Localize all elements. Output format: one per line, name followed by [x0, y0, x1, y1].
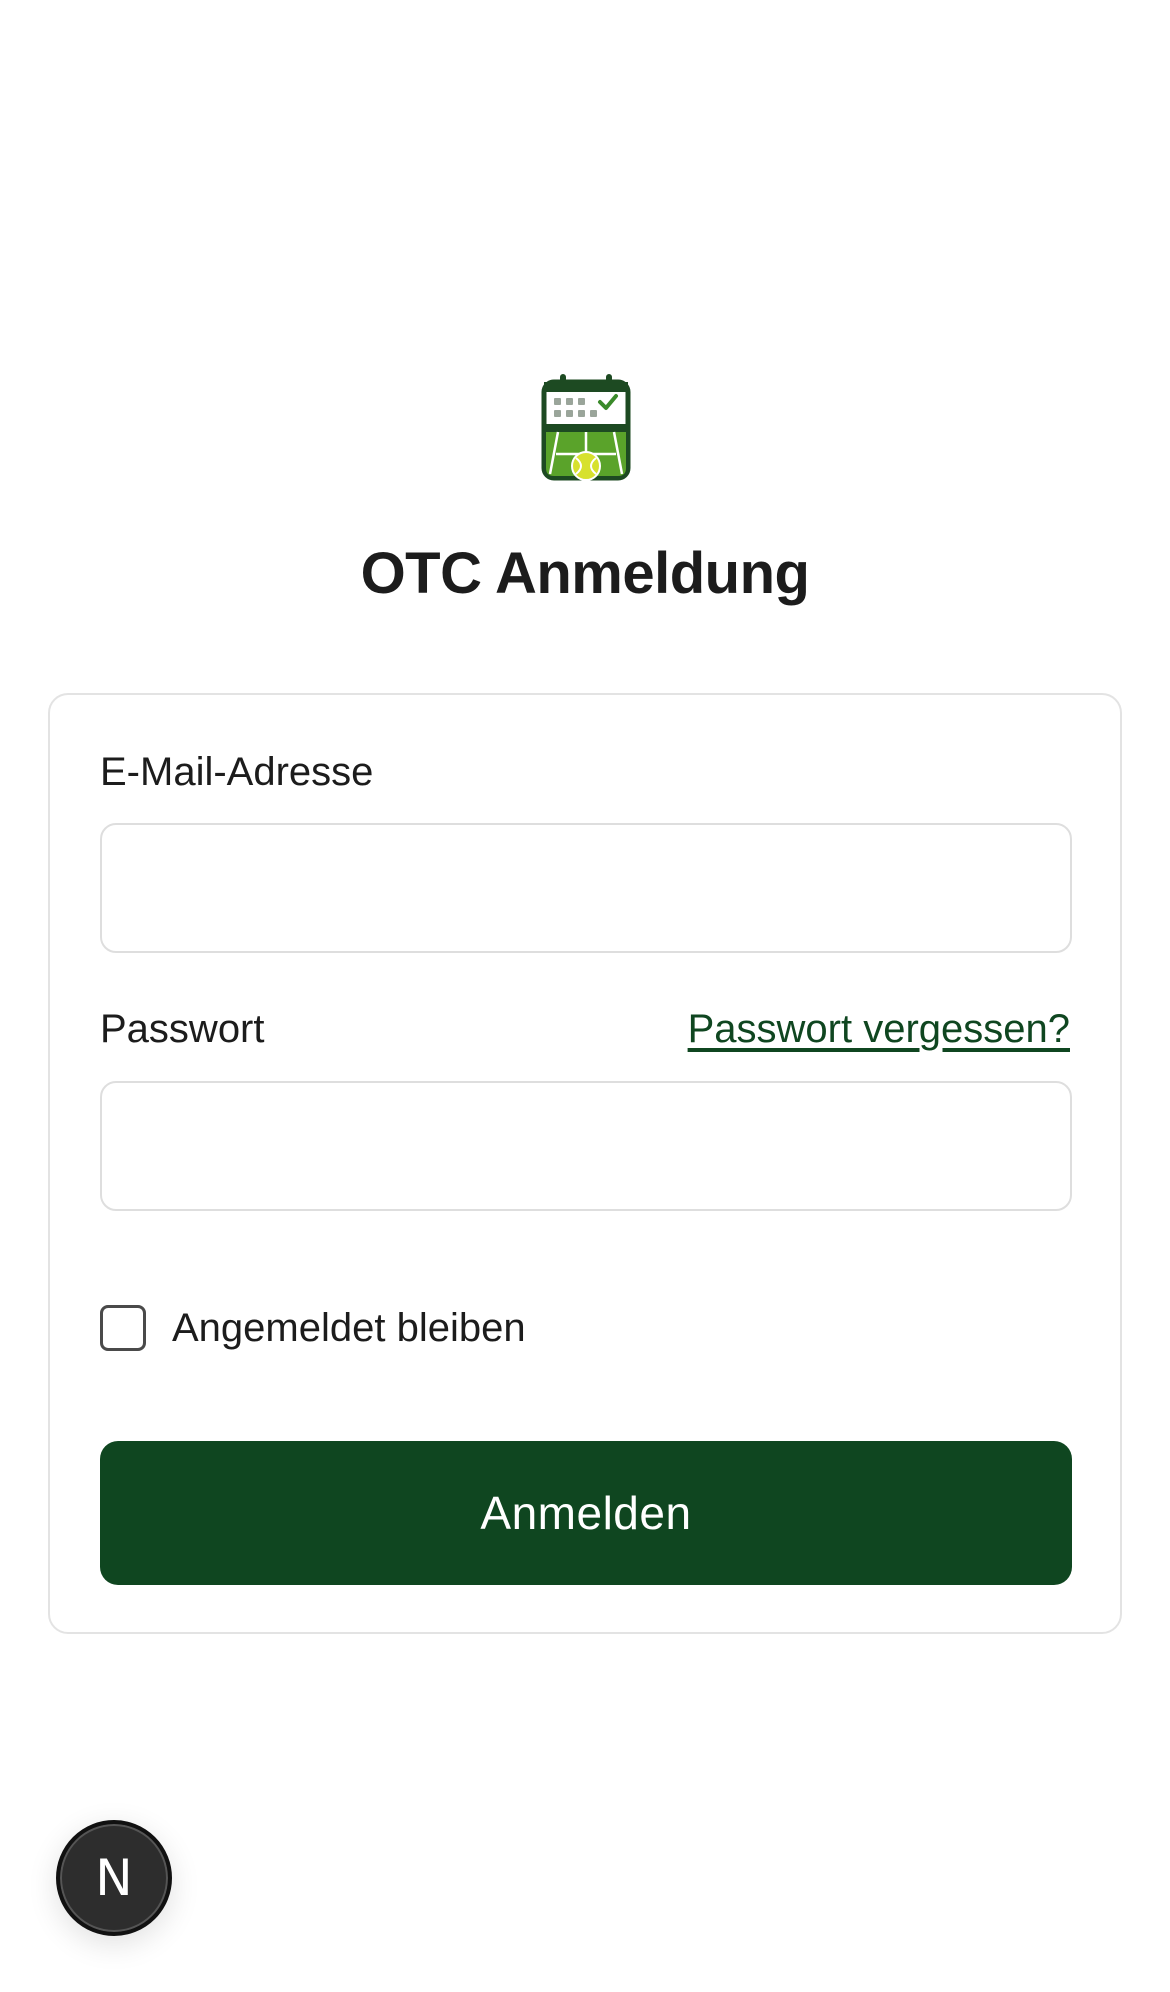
email-input[interactable]	[100, 823, 1072, 953]
login-button[interactable]: Anmelden	[100, 1441, 1072, 1585]
login-form: E-Mail-Adresse Passwort Passwort vergess…	[48, 693, 1122, 1634]
password-input[interactable]	[100, 1081, 1072, 1211]
remember-me-label[interactable]: Angemeldet bleiben	[172, 1306, 526, 1351]
forgot-password-link[interactable]: Passwort vergessen?	[688, 1007, 1070, 1052]
email-label: E-Mail-Adresse	[100, 750, 374, 794]
login-page: OTC Anmeldung E-Mail-Adresse Passwort Pa…	[0, 0, 1170, 1992]
dev-badge-letter: N	[95, 1849, 133, 1907]
remember-me-row: Angemeldet bleiben	[100, 1303, 526, 1353]
tennis-calendar-icon	[540, 374, 632, 482]
page-title: OTC Anmeldung	[360, 541, 810, 606]
nextjs-icon[interactable]: N	[56, 1820, 172, 1936]
remember-me-checkbox[interactable]	[100, 1305, 146, 1351]
password-label: Passwort	[100, 1007, 265, 1051]
